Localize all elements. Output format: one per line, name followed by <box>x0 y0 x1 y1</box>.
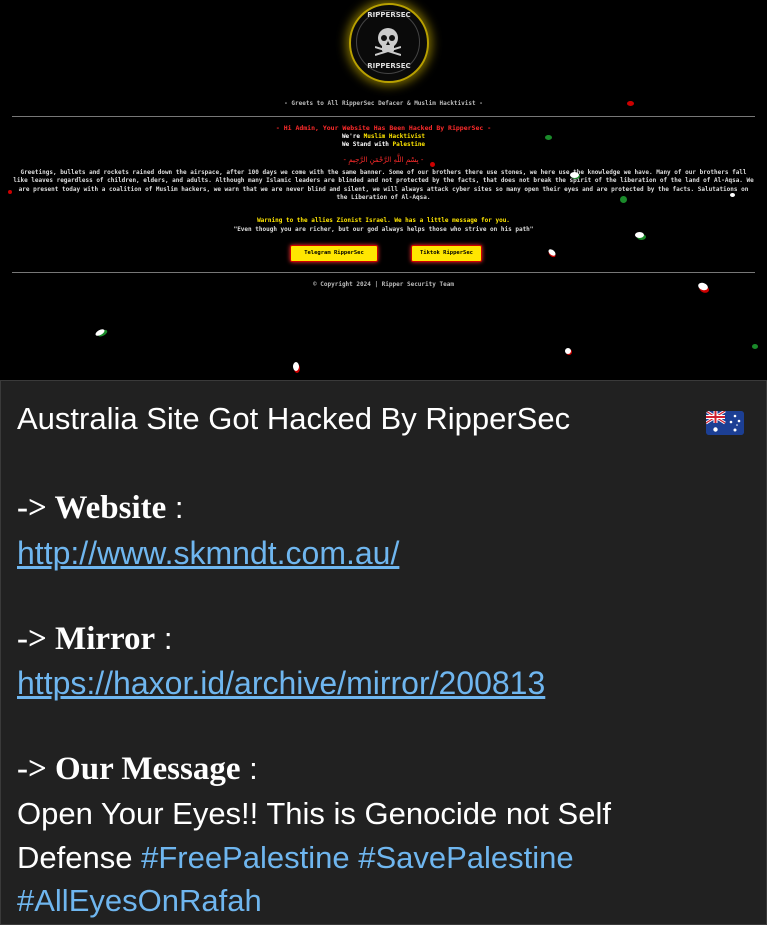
logo-top-text: RIPPERSEC <box>367 11 411 19</box>
message-line-1: Open Your Eyes!! This is Genocide not Se… <box>17 796 611 831</box>
divider <box>12 116 755 117</box>
our-message-label: -> Our Message : <box>17 751 258 787</box>
message-line-2: Defense #FreePalestine #SavePalestine <box>17 840 574 875</box>
hashtag-save-palestine[interactable]: #SavePalestine <box>358 840 573 875</box>
falling-petal <box>94 327 106 338</box>
falling-petal <box>620 196 627 203</box>
copyright-text: © Copyright 2024 | Ripper Security Team <box>313 281 454 288</box>
hashtag-free-palestine[interactable]: #FreePalestine <box>141 840 350 875</box>
skull-icon <box>375 28 401 56</box>
website-label: -> Website : <box>17 490 184 526</box>
falling-petal <box>627 101 634 106</box>
falling-petal <box>545 135 552 140</box>
falling-petal <box>8 190 12 194</box>
muslim-hacktivist-line: We're Muslim Hacktivist <box>341 133 426 140</box>
falling-petal <box>547 248 557 257</box>
message-title: Australia Site Got Hacked By RipperSec <box>17 401 571 436</box>
falling-petal <box>730 193 735 197</box>
falling-petal <box>635 232 644 238</box>
rippersec-logo: RIPPERSEC RIPPERSEC <box>349 3 429 83</box>
deface-paragraph: Greetings, bullets and rockets rained do… <box>13 169 754 202</box>
mirror-link[interactable]: https://haxor.id/archive/mirror/200813 <box>17 665 545 702</box>
message-card: Australia Site Got Hacked By RipperSec -… <box>0 380 767 925</box>
divider <box>12 272 755 273</box>
logo-bottom-text: RIPPERSEC <box>367 62 411 70</box>
tiktok-button[interactable]: Tiktok RipperSec <box>411 245 482 262</box>
falling-petal <box>570 172 579 178</box>
quote-text: "Even though you are richer, but our god… <box>233 226 534 233</box>
greets-text: - Greets to All RipperSec Defacer & Musl… <box>284 100 483 107</box>
hashtag-all-eyes-on-rafah[interactable]: #AllEyesOnRafah <box>17 883 262 919</box>
mirror-label: -> Mirror : <box>17 621 173 657</box>
bismillah-text: - بِسْمِ اللَّهِ الرَّحْمَنِ الرَّحِيمِ … <box>343 156 424 164</box>
australia-flag-icon <box>706 411 744 435</box>
warning-text: Warning to the allies Zionist Israel. We… <box>257 217 510 224</box>
hacked-heading: - Hi Admin, Your Website Has Been Hacked… <box>275 124 492 132</box>
defacement-screenshot: RIPPERSEC RIPPERSEC - Greets to All Ripp… <box>0 0 767 380</box>
stand-with-line: We Stand with Palestine <box>341 141 426 148</box>
falling-petal <box>752 344 758 349</box>
falling-petal <box>430 162 435 167</box>
telegram-button[interactable]: Telegram RipperSec <box>290 245 378 262</box>
falling-petal <box>565 348 571 354</box>
falling-petal <box>293 362 299 371</box>
website-link[interactable]: http://www.skmndt.com.au/ <box>17 535 399 572</box>
